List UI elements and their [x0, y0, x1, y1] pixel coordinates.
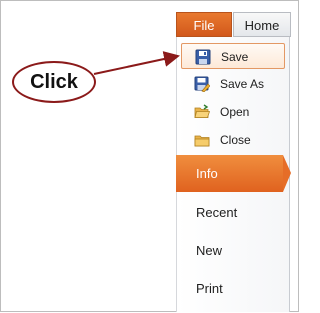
click-callout: Click — [12, 61, 96, 103]
callout-arrow — [93, 51, 180, 75]
